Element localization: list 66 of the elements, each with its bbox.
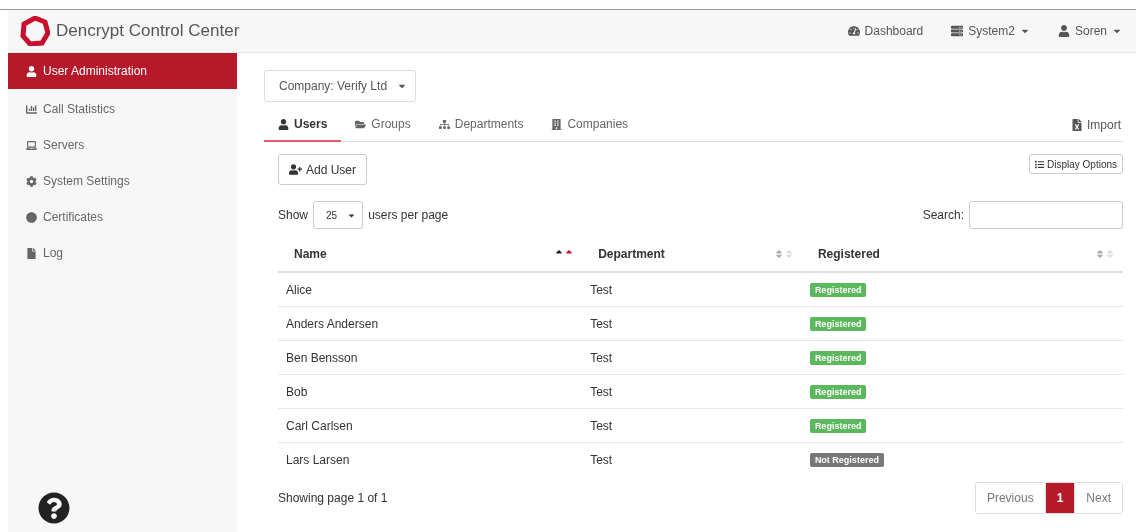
status-label: Registered	[809, 419, 867, 433]
spreadsheet-icon	[1071, 118, 1083, 131]
tab[interactable]: Departments	[424, 108, 538, 142]
company-select[interactable]: Company: Verify Ltd	[264, 70, 417, 102]
status-label: Registered	[809, 283, 867, 297]
table-cell: Test	[590, 418, 613, 433]
nav-dropdown[interactable]: System2	[937, 24, 1044, 38]
user-icon	[1057, 25, 1070, 37]
nav-link[interactable]: Dashboard	[833, 24, 938, 38]
tab[interactable]: Groups	[341, 108, 425, 142]
table-cell: Test	[590, 316, 613, 331]
column-header[interactable]: Name	[294, 247, 327, 261]
import-link[interactable]: Import	[1071, 117, 1123, 132]
laptop-icon	[26, 139, 37, 151]
status-label: Registered	[809, 317, 867, 331]
add-user-icon	[289, 163, 302, 176]
file-icon	[26, 247, 37, 259]
table-cell: Test	[590, 452, 613, 467]
folder-icon	[355, 118, 367, 130]
sidebar-item[interactable]: Call Statistics	[8, 91, 237, 127]
tab[interactable]: Users	[264, 108, 342, 142]
user-icon	[26, 65, 37, 77]
table-cell: Ben Bensson	[286, 350, 358, 365]
app-title: Dencrypt Control Center	[56, 21, 240, 41]
list-icon	[1034, 159, 1044, 169]
per-page-label: users per page	[368, 208, 449, 222]
column-header[interactable]: Department	[598, 247, 665, 261]
sort-icon[interactable]	[1095, 249, 1115, 259]
sidebar-item[interactable]: Log	[8, 235, 237, 271]
help-icon[interactable]	[38, 492, 70, 524]
pagination-link[interactable]: 1	[1044, 483, 1075, 513]
display-options-button[interactable]: Display Options	[1028, 154, 1123, 174]
sidebar-item[interactable]: System Settings	[8, 163, 237, 199]
table-cell: Test	[590, 384, 613, 399]
nav-dropdown[interactable]: Soren	[1043, 24, 1136, 38]
page-length-select[interactable]: 25	[313, 201, 364, 229]
table-cell: Carl Carlsen	[286, 418, 353, 433]
table-cell: Lars Larsen	[286, 452, 350, 467]
sidebar-item[interactable]: Certificates	[8, 199, 237, 235]
table-cell: Test	[590, 282, 613, 297]
sort-icon[interactable]	[773, 249, 794, 259]
show-label: Show	[278, 208, 309, 222]
sitemap-icon	[438, 118, 450, 130]
user-icon	[278, 118, 289, 130]
table-info: Showing page 1 of 1	[278, 491, 388, 505]
column-header[interactable]: Registered	[817, 247, 880, 261]
sidebar-item[interactable]: Servers	[8, 127, 237, 163]
pagination-link[interactable]: Next	[1074, 483, 1122, 513]
table-cell: Bob	[286, 384, 308, 399]
add-user-button[interactable]: Add User	[278, 154, 368, 185]
logo-icon	[20, 16, 50, 46]
server-icon	[951, 25, 964, 37]
status-label: Not Registered	[809, 453, 884, 467]
table-cell: Alice	[286, 282, 312, 297]
building-icon	[551, 118, 563, 130]
tab[interactable]: Companies	[537, 108, 643, 142]
search-field[interactable]	[969, 201, 1123, 229]
sidebar-item[interactable]: User Administration	[8, 53, 237, 89]
search-label: Search:	[922, 208, 964, 222]
status-label: Registered	[809, 351, 867, 365]
status-label: Registered	[809, 385, 867, 399]
table-cell: Test	[590, 350, 613, 365]
bar-chart-icon	[26, 103, 37, 115]
gear-icon	[26, 175, 37, 187]
table-cell: Anders Andersen	[286, 316, 379, 331]
gauge-icon	[847, 25, 860, 37]
